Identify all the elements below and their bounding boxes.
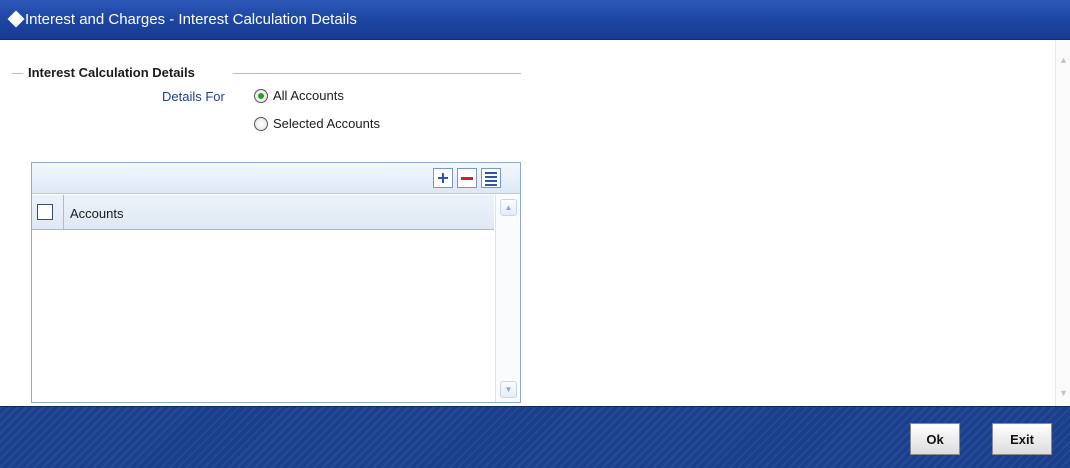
grid-toolbar	[32, 163, 520, 194]
footer-bar: Ok Exit	[0, 406, 1070, 468]
radio-all-accounts[interactable]: All Accounts	[254, 88, 344, 103]
radio-selected-accounts-button[interactable]	[254, 116, 268, 131]
delete-row-icon[interactable]	[457, 168, 477, 188]
grid-header-row: Accounts	[32, 195, 494, 230]
grid-scroll-down-icon[interactable]: ▼	[500, 381, 517, 398]
section-divider-right	[233, 73, 521, 74]
radio-all-accounts-button[interactable]	[254, 88, 268, 103]
accounts-grid: Accounts ▲ ▼	[31, 162, 521, 403]
radio-all-accounts-label: All Accounts	[273, 88, 344, 103]
add-row-icon[interactable]	[433, 168, 453, 188]
radio-selected-accounts[interactable]: Selected Accounts	[254, 116, 380, 131]
select-all-checkbox[interactable]	[37, 204, 53, 220]
window-scroll-up-icon[interactable]: ▲	[1057, 53, 1070, 68]
interest-calculation-details-window: Interest and Charges - Interest Calculat…	[0, 0, 1070, 468]
window-title: Interest and Charges - Interest Calculat…	[25, 11, 357, 28]
window-scroll-down-icon[interactable]: ▼	[1057, 386, 1070, 401]
radio-selected-accounts-label: Selected Accounts	[273, 116, 380, 131]
window-diamond-icon	[7, 10, 25, 28]
accounts-column-header: Accounts	[70, 206, 124, 221]
section-title: Interest Calculation Details	[28, 65, 195, 80]
window-vertical-scrollbar[interactable]: ▲ ▼	[1055, 40, 1070, 406]
content-area: Interest Calculation Details Details For…	[0, 40, 1070, 406]
section-divider-left	[12, 73, 23, 74]
title-bar[interactable]: Interest and Charges - Interest Calculat…	[0, 0, 1070, 40]
ok-button[interactable]: Ok	[910, 423, 960, 455]
view-rows-icon[interactable]	[481, 168, 501, 188]
grid-scroll-up-icon[interactable]: ▲	[500, 199, 517, 216]
grid-vertical-scrollbar[interactable]: ▲ ▼	[495, 195, 520, 402]
header-column-separator	[63, 195, 64, 230]
exit-button[interactable]: Exit	[992, 423, 1052, 455]
details-for-label: Details For	[162, 89, 225, 104]
